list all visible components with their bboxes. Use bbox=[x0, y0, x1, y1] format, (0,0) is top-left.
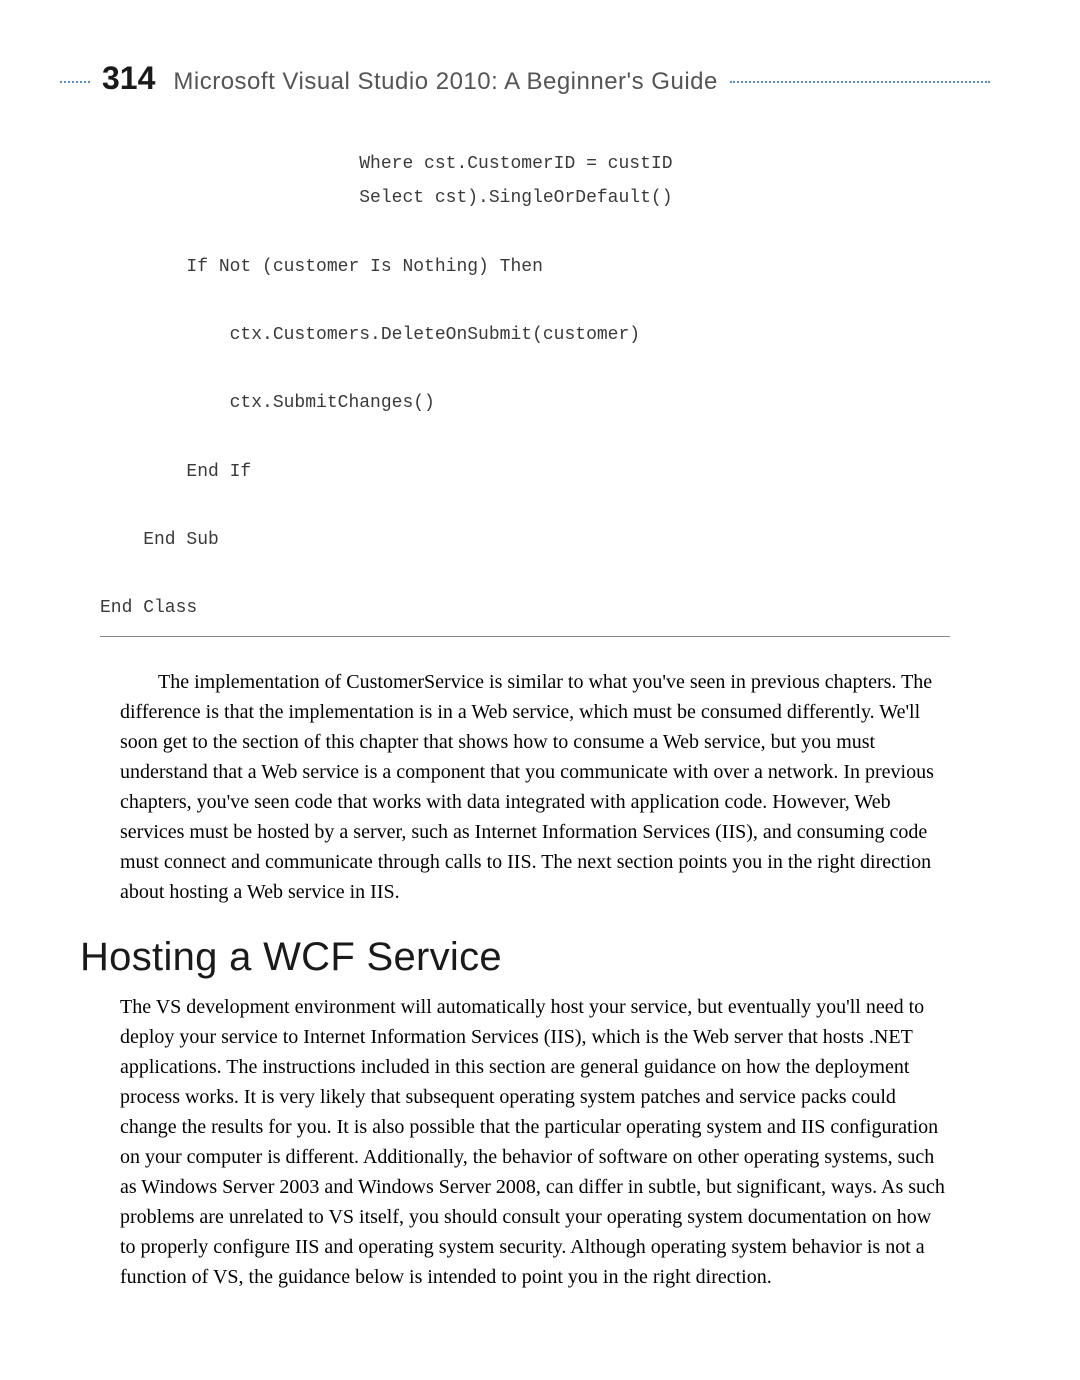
code-block: Where cst.CustomerID = custID Select cst… bbox=[100, 147, 990, 626]
code-line: End Class bbox=[100, 598, 197, 618]
book-title: Microsoft Visual Studio 2010: A Beginner… bbox=[173, 68, 717, 96]
body-paragraph-1: The implementation of CustomerService is… bbox=[120, 667, 950, 907]
code-line: ctx.SubmitChanges() bbox=[100, 393, 435, 413]
page-number: 314 bbox=[102, 60, 155, 97]
header-dotted-line-right bbox=[730, 81, 990, 83]
header-dotted-line-left bbox=[60, 81, 90, 83]
code-line: End Sub bbox=[100, 530, 219, 550]
section-heading: Hosting a WCF Service bbox=[80, 935, 990, 980]
code-line: ctx.Customers.DeleteOnSubmit(customer) bbox=[100, 325, 640, 345]
code-line: Where cst.CustomerID = custID bbox=[100, 154, 673, 174]
page-header: 314 Microsoft Visual Studio 2010: A Begi… bbox=[60, 60, 990, 97]
body-paragraph-2: The VS development environment will auto… bbox=[120, 992, 950, 1292]
code-line: End If bbox=[100, 462, 251, 482]
code-line: If Not (customer Is Nothing) Then bbox=[100, 257, 543, 277]
code-line: Select cst).SingleOrDefault() bbox=[100, 188, 673, 208]
code-separator bbox=[100, 636, 950, 637]
